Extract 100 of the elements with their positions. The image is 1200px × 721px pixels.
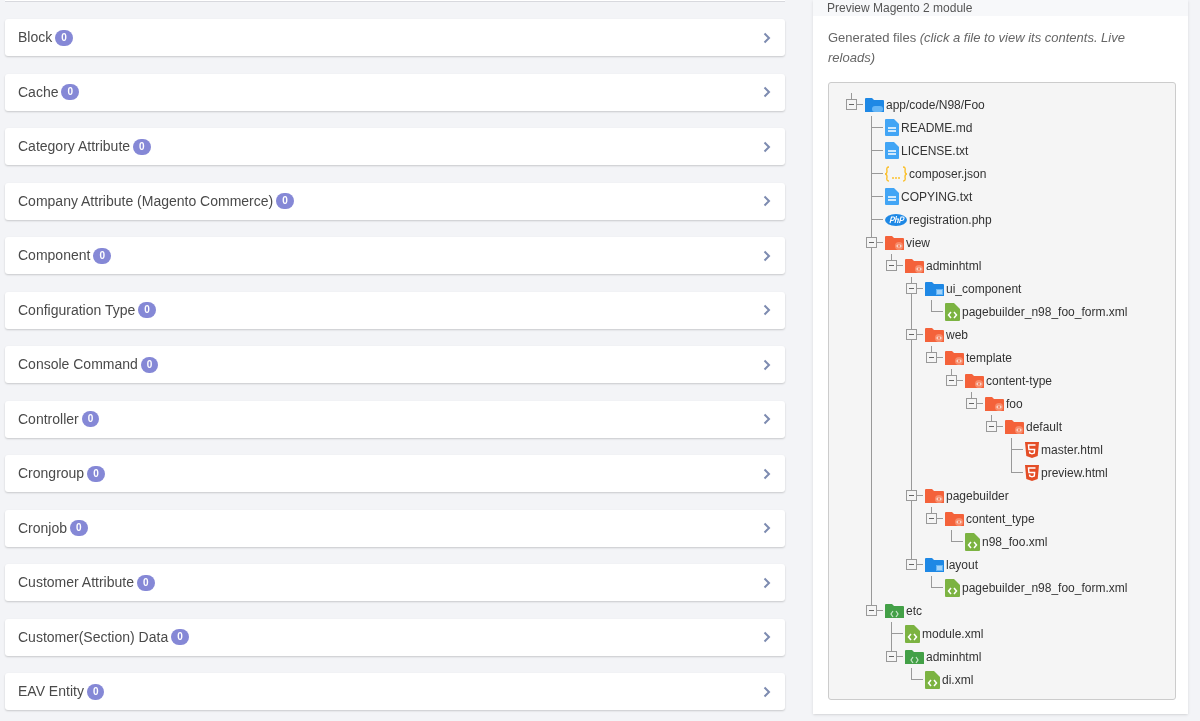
php-icon (885, 213, 907, 226)
count-badge: 0 (140, 356, 159, 373)
collapse-toggle[interactable] (906, 559, 917, 570)
folder-icon (885, 234, 904, 251)
chevron-right-icon (763, 86, 771, 98)
item-label: Customer Attribute (18, 573, 134, 592)
accordion-item[interactable]: Crongroup 0 (5, 455, 785, 492)
item-label: Category Attribute (18, 137, 131, 156)
collapse-toggle[interactable] (846, 99, 857, 110)
file-name[interactable]: n98_foo.xml (982, 532, 1048, 551)
accordion-item[interactable]: Cronjob 0 (5, 509, 785, 547)
accordion-item[interactable]: Customer Attribute 0 (5, 564, 785, 601)
chevron-right-icon (763, 467, 771, 480)
html5-icon (1025, 464, 1039, 481)
item-label: Cronjob (18, 518, 68, 538)
accordion-item[interactable]: EAV Entity 0 (5, 673, 785, 710)
file-name[interactable]: pagebuilder_n98_foo_form.xml (962, 578, 1128, 597)
file-name[interactable]: module.xml (922, 624, 984, 643)
item-label: EAV Entity (18, 682, 84, 701)
accordion-item[interactable]: Block 0 (5, 19, 785, 56)
count-badge: 0 (81, 411, 100, 427)
folder-name[interactable]: ui_component (946, 279, 1022, 298)
code-file-icon (945, 578, 960, 597)
collapse-toggle[interactable] (986, 421, 997, 432)
file-name[interactable]: di.xml (942, 670, 974, 689)
file-name[interactable]: pagebuilder_n98_foo_form.xml (962, 302, 1128, 321)
file-name[interactable]: preview.html (1041, 463, 1108, 482)
accordion-item[interactable]: Company Attribute (Magento Commerce) 0 (5, 182, 785, 220)
item-label: Cache (18, 82, 59, 102)
accordion-item[interactable]: Category Attribute 0 (5, 128, 785, 165)
chevron-right-icon (763, 140, 771, 153)
file-name[interactable]: registration.php (909, 210, 992, 229)
item-label: Controller (18, 409, 79, 429)
count-badge: 0 (171, 629, 189, 645)
accordion-item[interactable]: Customer(Section) Data 0 (5, 618, 785, 656)
folder-icon (905, 648, 924, 665)
collapse-toggle[interactable] (946, 375, 957, 386)
folder-name[interactable]: app/code/N98/Foo (886, 95, 985, 114)
folder-name[interactable]: template (966, 348, 1013, 367)
folder-name[interactable]: view (906, 233, 930, 252)
collapse-toggle[interactable] (906, 329, 917, 340)
folder-icon (965, 372, 984, 389)
item-label: Component (18, 246, 91, 265)
file-name[interactable]: master.html (1041, 440, 1103, 459)
file-name[interactable]: composer.json (909, 164, 987, 183)
count-badge: 0 (86, 683, 105, 700)
item-label: Console Command (18, 355, 138, 374)
chevron-right-icon (763, 31, 771, 44)
count-badge: 0 (61, 84, 80, 100)
file-name[interactable]: LICENSE.txt (901, 141, 969, 160)
folder-name[interactable]: content-type (986, 371, 1053, 390)
panel-description: Generated files (click a file to view its contents. Live reloads) (828, 29, 1126, 67)
braces-icon (885, 165, 907, 182)
chevron-right-icon (763, 195, 771, 207)
count-badge: 0 (138, 302, 156, 318)
code-file-icon (945, 302, 960, 321)
folder-icon (925, 280, 944, 297)
folder-icon (945, 510, 964, 527)
count-badge: 0 (87, 465, 105, 482)
folder-name[interactable]: web (946, 325, 968, 344)
folder-name[interactable]: adminhtml (926, 256, 982, 275)
folder-icon (985, 395, 1004, 412)
item-label: Customer(Section) Data (18, 627, 169, 647)
folder-name[interactable]: etc (906, 601, 922, 620)
collapse-toggle[interactable] (906, 490, 917, 501)
accordion-item[interactable]: Console Command 0 (5, 346, 785, 383)
file-name[interactable]: README.md (901, 118, 973, 137)
folder-name[interactable]: adminhtml (926, 647, 982, 666)
folder-name[interactable]: foo (1006, 394, 1023, 413)
collapse-toggle[interactable] (886, 260, 897, 271)
folder-name[interactable]: layout (946, 555, 979, 574)
folder-icon (885, 602, 904, 619)
collapse-toggle[interactable] (866, 237, 877, 248)
folder-name[interactable]: default (1026, 417, 1063, 436)
accordion-item[interactable]: Controller 0 (5, 400, 785, 438)
collapse-toggle[interactable] (926, 352, 937, 363)
code-file-icon (965, 532, 980, 551)
chevron-right-icon (763, 631, 771, 643)
chevron-right-icon (763, 304, 771, 316)
accordion-item[interactable]: Cache 0 (5, 73, 785, 111)
collapse-toggle[interactable] (926, 513, 937, 524)
collapse-toggle[interactable] (866, 605, 877, 616)
document-icon (885, 188, 899, 205)
count-badge: 0 (136, 574, 155, 591)
collapse-toggle[interactable] (966, 398, 977, 409)
count-badge: 0 (276, 193, 294, 209)
accordion-item[interactable]: Configuration Type 0 (5, 291, 785, 329)
collapse-toggle[interactable] (886, 651, 897, 662)
folder-icon (865, 96, 884, 113)
folder-icon (925, 556, 944, 573)
item-label: Company Attribute (Magento Commerce) (18, 191, 274, 211)
collapse-toggle[interactable] (906, 283, 917, 294)
document-icon (885, 119, 899, 136)
file-name[interactable]: COPYING.txt (901, 187, 973, 206)
chevron-right-icon (763, 685, 771, 698)
accordion-item[interactable]: Component 0 (5, 237, 785, 274)
folder-name[interactable]: content_type (966, 509, 1035, 528)
folder-icon (925, 487, 944, 504)
count-badge: 0 (133, 138, 151, 155)
folder-name[interactable]: pagebuilder (946, 486, 1009, 505)
